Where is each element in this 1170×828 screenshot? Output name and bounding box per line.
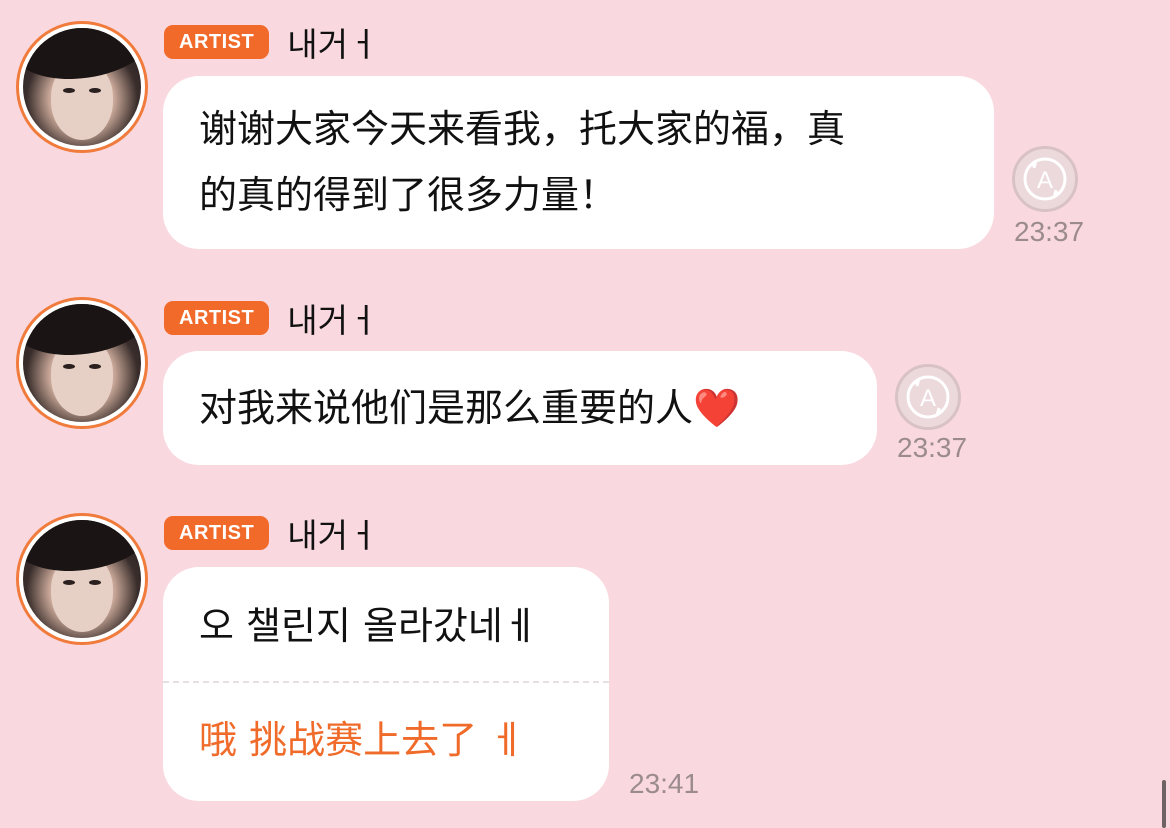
sender-header: ARTIST 내거ㅓ [164, 515, 378, 555]
message-bubble[interactable]: 오 챌린지 올라갔네ㅔ 哦 挑战赛上去了 ㅔ [163, 567, 609, 801]
sender-header: ARTIST 내거ㅓ [164, 24, 378, 64]
avatar-image [23, 28, 141, 146]
scrollbar[interactable] [1162, 780, 1166, 828]
message-bubble[interactable]: 谢谢大家今天来看我，托大家的福，真 的真的得到了很多力量！ [163, 76, 994, 249]
message-text: 谢谢大家今天来看我，托大家的福，真 的真的得到了很多力量！ [163, 96, 994, 228]
message-bubble[interactable]: 对我来说他们是那么重要的人❤️ [163, 351, 877, 465]
timestamp: 23:37 [1014, 216, 1085, 247]
sender-header: ARTIST 내거ㅓ [164, 300, 378, 340]
username[interactable]: 내거ㅓ [287, 294, 378, 342]
message-text: 对我来说他们是那么重要的人❤️ [199, 386, 741, 430]
message-text-line: 的真的得到了很多力量！ [199, 173, 618, 217]
svg-text:A: A [920, 385, 936, 412]
avatar-image [23, 304, 141, 422]
username[interactable]: 내거ㅓ [287, 18, 378, 66]
username[interactable]: 내거ㅓ [287, 509, 378, 557]
translate-a-icon: A [1023, 157, 1067, 201]
avatar-image [23, 520, 141, 638]
timestamp: 23:41 [629, 768, 700, 799]
translate-button[interactable]: A [895, 364, 961, 430]
translate-button[interactable]: A [1012, 146, 1078, 212]
avatar[interactable] [16, 21, 148, 153]
translation-text: 哦 挑战赛上去了 ㅔ [199, 718, 525, 762]
artist-badge: ARTIST [164, 516, 270, 550]
artist-badge: ARTIST [164, 25, 270, 59]
avatar[interactable] [16, 513, 148, 645]
avatar[interactable] [16, 297, 148, 429]
timestamp: 23:37 [897, 432, 968, 463]
message-text-line: 谢谢大家今天来看我，托大家的福，真 [199, 107, 846, 151]
translate-a-icon: A [906, 375, 950, 419]
artist-badge: ARTIST [164, 301, 270, 335]
message-text: 오 챌린지 올라갔네ㅔ [199, 604, 538, 648]
svg-text:A: A [1037, 167, 1053, 194]
